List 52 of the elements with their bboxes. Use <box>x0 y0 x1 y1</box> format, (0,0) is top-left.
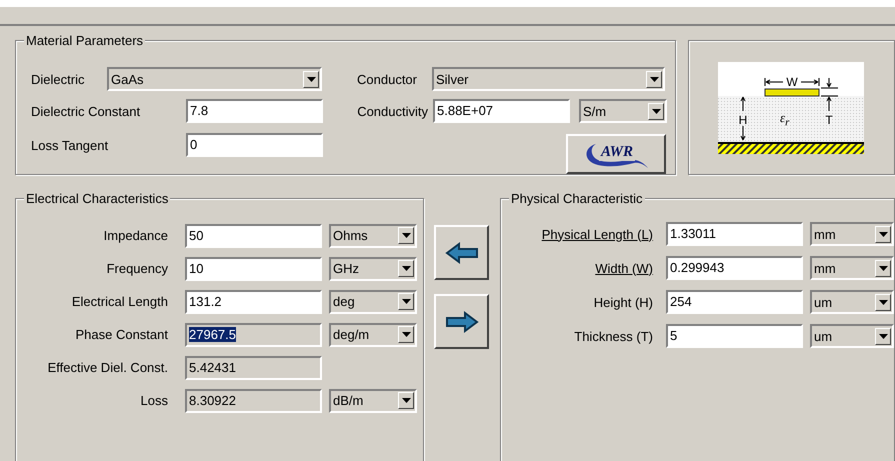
unit-dropdown[interactable]: mm <box>810 256 894 280</box>
synthesize-button[interactable] <box>434 225 490 280</box>
field-label: Frequency <box>106 261 169 276</box>
field-label: Loss Tangent <box>31 138 110 152</box>
input-field[interactable]: 10 <box>185 256 322 280</box>
field-label: Dielectric <box>31 72 86 86</box>
conductor-dropdown[interactable]: Silver <box>432 67 665 91</box>
input-field[interactable]: 254 <box>666 290 803 314</box>
logo-button[interactable]: AWR <box>566 134 666 174</box>
group-title: Electrical Characteristics <box>24 191 170 206</box>
field-label: Physical Length (L) <box>540 226 654 242</box>
readonly-field: 8.30922 <box>185 388 322 412</box>
arrow-right-icon <box>444 310 479 332</box>
input-field[interactable]: 131.2 <box>185 290 322 314</box>
permittivity-label: ε$_{r}$ <box>780 110 791 128</box>
dimension-label: W <box>786 74 798 88</box>
field-label: Width (W) <box>594 260 654 276</box>
input-field[interactable]: 5.88E+07 <box>433 99 570 123</box>
unit-dropdown[interactable]: S/m <box>579 99 667 123</box>
unit-dropdown[interactable]: deg/m <box>329 322 417 346</box>
field-label: Electrical Length <box>70 294 169 309</box>
readonly-field: 27967.5 <box>185 322 322 346</box>
field-label: Height (H) <box>592 294 654 310</box>
group-title: Physical Characteristic <box>509 191 644 206</box>
input-field[interactable]: 50 <box>185 224 322 248</box>
field-label: Conductivity <box>356 104 429 118</box>
arrow-left-icon <box>444 242 479 264</box>
field-label: Conductor <box>356 72 418 86</box>
input-field[interactable]: 1.33011 <box>666 222 803 246</box>
unit-dropdown[interactable]: um <box>810 324 894 348</box>
field-label: Dielectric Constant <box>31 104 142 118</box>
field-label: Impedance <box>102 228 169 243</box>
readonly-field: 5.42431 <box>185 356 322 380</box>
dimension-label: H <box>739 112 748 126</box>
input-field[interactable]: 5 <box>666 324 803 348</box>
unit-dropdown[interactable]: Ohms <box>329 224 417 248</box>
input-field[interactable]: 7.8 <box>186 99 323 123</box>
field-label: Loss <box>140 393 169 408</box>
unit-dropdown[interactable]: dB/m <box>329 388 417 412</box>
unit-dropdown[interactable]: GHz <box>329 256 417 280</box>
input-field[interactable]: 0.299943 <box>666 256 803 280</box>
field-label: Effective Diel. Const. <box>46 360 169 375</box>
group-title: Material Parameters <box>24 33 146 48</box>
unit-dropdown[interactable]: mm <box>810 222 894 246</box>
input-field[interactable]: 0 <box>186 133 323 157</box>
dimension-label: T <box>826 112 834 126</box>
field-label: Phase Constant <box>74 327 169 342</box>
analyze-button[interactable] <box>434 294 490 349</box>
unit-dropdown[interactable]: um <box>810 290 894 314</box>
dielectric-dropdown[interactable]: GaAs <box>107 67 322 91</box>
field-label: Thickness (T) <box>573 328 654 344</box>
unit-dropdown[interactable]: deg <box>329 290 417 314</box>
